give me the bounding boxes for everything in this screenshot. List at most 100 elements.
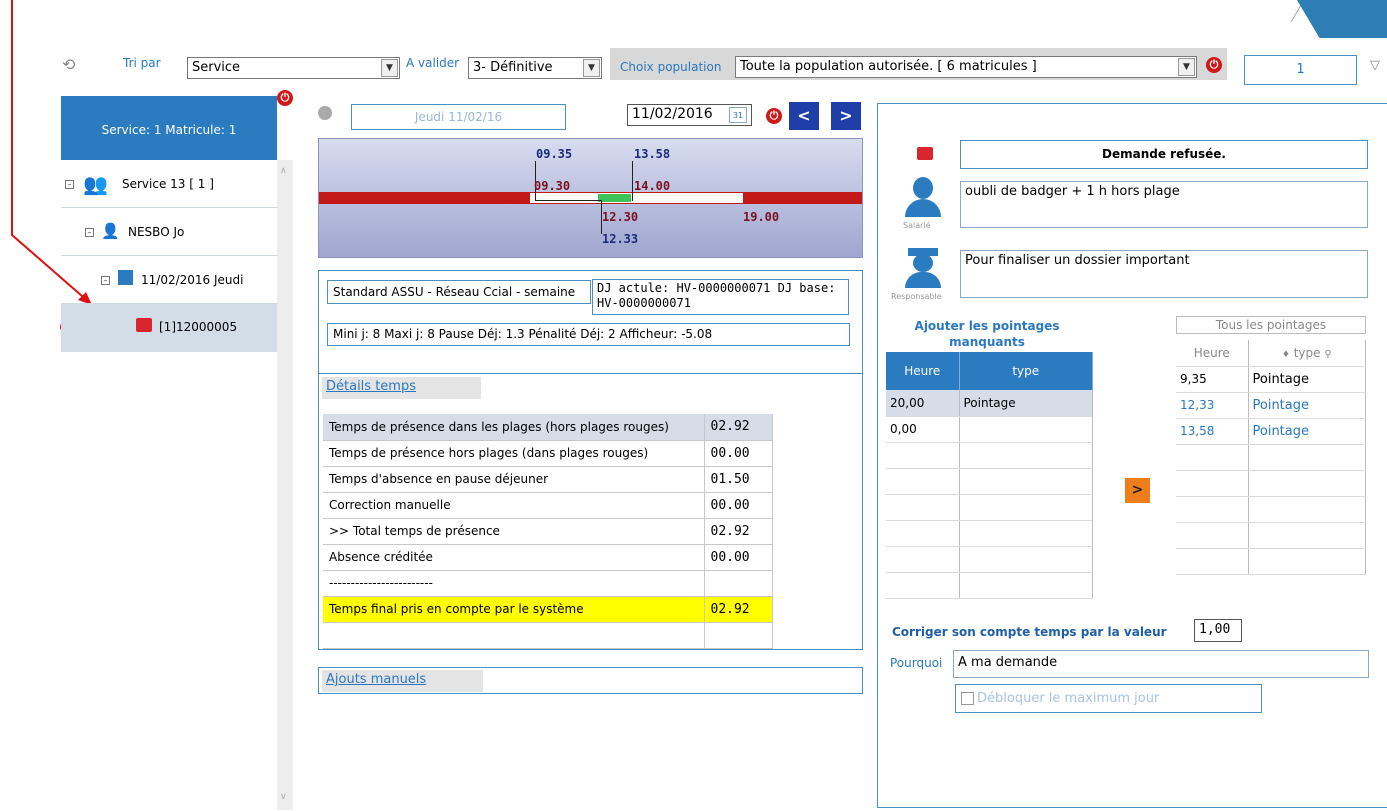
table-row[interactable] (886, 442, 1093, 469)
power-icon[interactable]: ⏻ (766, 108, 782, 124)
table-row: Temps d'absence en pause déjeuner 01.50 (323, 466, 773, 493)
timeline-label: 09.35 (536, 147, 573, 161)
all-pointages-table[interactable]: Heure ♦ type ⚲ 9,35 Pointage 12,33 Pointage… (1176, 340, 1366, 575)
table-row[interactable] (886, 494, 1093, 521)
table-row[interactable] (1176, 470, 1366, 497)
detail-value: 02.92 (703, 596, 773, 623)
collapse-icon[interactable]: – (101, 276, 110, 285)
table-row[interactable]: 0,00 (886, 416, 1093, 443)
a-valider-select[interactable]: 3- Définitive ▼ (468, 57, 602, 79)
power-icon[interactable]: ⏻ (1206, 57, 1222, 73)
type-cell[interactable] (959, 572, 1093, 599)
correction-value-input[interactable]: 1,00 (1194, 619, 1242, 642)
detail-label: >> Total temps de présence (323, 518, 704, 545)
table-row[interactable] (886, 520, 1093, 547)
table-row[interactable]: 9,35 Pointage (1176, 366, 1366, 393)
heure-cell[interactable]: 20,00 (886, 390, 960, 417)
collapse-icon[interactable]: – (85, 228, 94, 237)
table-row[interactable] (886, 546, 1093, 573)
table-row[interactable] (1176, 444, 1366, 471)
col-header-type[interactable]: type (959, 352, 1093, 390)
tree-item-date[interactable]: – 11/02/2016 Jeudi (61, 256, 277, 304)
tree-label-request: [1]12000005 (159, 320, 238, 334)
type-cell[interactable]: Pointage (959, 390, 1093, 417)
table-row[interactable] (886, 572, 1093, 599)
tree-item-request[interactable]: [1]12000005 (61, 304, 277, 352)
type-cell[interactable] (959, 546, 1093, 573)
manager-avatar-icon (902, 248, 944, 288)
table-row[interactable]: 20,00 Pointage (886, 390, 1093, 417)
type-cell[interactable] (959, 520, 1093, 547)
next-day-button[interactable]: > (831, 102, 861, 130)
heure-cell (1176, 470, 1249, 497)
col-header-type[interactable]: ♦ type ⚲ (1248, 340, 1366, 367)
population-select[interactable]: Toute la population autorisée. [ 6 matri… (735, 56, 1197, 78)
col-header-heure[interactable]: Heure (1176, 340, 1249, 367)
panel-divider (318, 373, 863, 374)
heure-cell[interactable] (886, 468, 960, 495)
col-header-heure[interactable]: Heure (886, 352, 960, 390)
tree-item-service[interactable]: – 👥 Service 13 [ 1 ] (61, 160, 277, 208)
filter-icon[interactable]: ▽ (1370, 58, 1380, 73)
heure-cell[interactable] (886, 546, 960, 573)
detail-label: Temps d'absence en pause déjeuner (323, 466, 704, 493)
table-row: ------------------------ (323, 570, 773, 597)
calendar-icon[interactable]: 31 (729, 107, 747, 123)
timeline-chart: 09.35 13.58 09.30 14.00 12.30 19.00 12.3… (318, 138, 863, 258)
table-row: Temps final pris en compte par le systèm… (323, 596, 773, 623)
type-cell[interactable] (959, 468, 1093, 495)
heure-cell[interactable]: 0,00 (886, 416, 960, 443)
empty-cell (703, 622, 773, 649)
add-pointages-table[interactable]: Heure type 20,00 Pointage 0,00 (886, 352, 1093, 599)
type-cell: Pointage (1248, 418, 1366, 445)
scroll-down-icon[interactable]: ∨ (280, 792, 287, 802)
choix-population-label: Choix population (620, 60, 722, 74)
chevron-down-icon[interactable]: ▼ (1178, 58, 1195, 76)
tri-par-select[interactable]: Service ▼ (187, 57, 400, 79)
type-cell[interactable] (959, 416, 1093, 443)
power-icon[interactable]: ⏻ (277, 90, 293, 106)
tree-item-employee[interactable]: – 👤 NESBO Jo (61, 208, 277, 256)
table-row[interactable]: 12,33 Pointage (1176, 392, 1366, 419)
employee-comment[interactable]: oubli de badger + 1 h hors plage (960, 181, 1368, 228)
all-pointages-title: Tous les pointages (1176, 316, 1366, 334)
timeline-label: 12.30 (602, 210, 639, 224)
table-row[interactable] (1176, 548, 1366, 575)
timeline-white-bar (530, 193, 743, 203)
salarie-label: Salarié (903, 221, 931, 230)
chevron-down-icon[interactable]: ▼ (381, 59, 398, 77)
manager-comment[interactable]: Pour finaliser un dossier important (960, 250, 1368, 298)
scroll-up-icon[interactable]: ∧ (280, 166, 287, 176)
table-row[interactable]: 13,58 Pointage (1176, 418, 1366, 445)
chevron-down-icon[interactable]: ▼ (583, 59, 600, 77)
table-row[interactable] (1176, 496, 1366, 523)
debloquer-box: Débloquer le maximum jour (955, 684, 1262, 713)
debloquer-checkbox[interactable] (961, 692, 974, 705)
heure-cell[interactable] (886, 520, 960, 547)
page-number-field[interactable]: 1 (1244, 55, 1357, 85)
heure-cell[interactable] (886, 494, 960, 521)
refused-icon (917, 147, 933, 160)
details-temps-title[interactable]: Détails temps (322, 377, 481, 399)
transfer-button[interactable]: > (1125, 478, 1150, 503)
search-icon[interactable]: ⚲ (1324, 349, 1331, 360)
history-icon[interactable]: ⟲ (62, 55, 75, 74)
type-cell[interactable] (959, 494, 1093, 521)
heure-cell: 13,58 (1176, 418, 1249, 445)
heure-cell[interactable] (886, 442, 960, 469)
tree-scrollbar[interactable]: ∧ ∨ (277, 160, 293, 810)
ajouts-manuels-title[interactable]: Ajouts manuels (322, 670, 483, 692)
pourquoi-input[interactable]: A ma demande (953, 650, 1369, 678)
timeline-label: 09.30 (534, 179, 571, 193)
col-header-type-label: type (1293, 345, 1321, 360)
heure-cell[interactable] (886, 572, 960, 599)
sort-icon[interactable]: ♦ (1282, 350, 1290, 360)
table-row[interactable] (1176, 522, 1366, 549)
timeline-label: 14.00 (634, 179, 671, 193)
collapse-icon[interactable]: – (65, 180, 74, 189)
timeline-label: 19.00 (743, 210, 780, 224)
table-row: >> Total temps de présence 02.92 (323, 518, 773, 545)
prev-day-button[interactable]: < (789, 102, 819, 130)
type-cell[interactable] (959, 442, 1093, 469)
table-row[interactable] (886, 468, 1093, 495)
